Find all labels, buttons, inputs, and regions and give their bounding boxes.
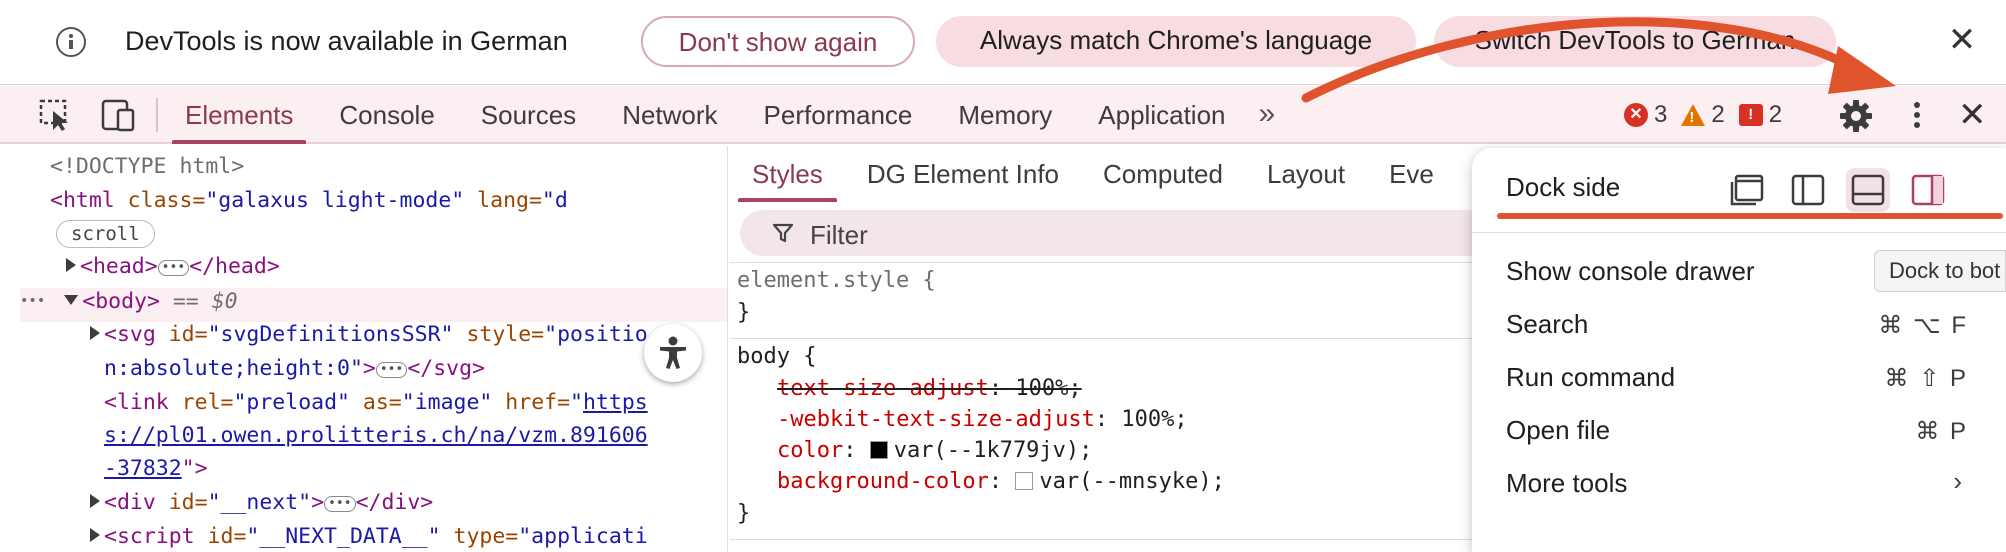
issues-count[interactable]: ! 2 [1738, 101, 1783, 129]
tab-memory[interactable]: Memory [935, 86, 1075, 144]
search-shortcut: ⌘ ⌥ F [1878, 312, 1968, 339]
open-file-shortcut: ⌘ P [1915, 418, 1968, 445]
tab-sources[interactable]: Sources [458, 86, 599, 144]
link-href-end[interactable]: -37832"> [104, 456, 208, 481]
css-prop-background-color[interactable]: background-color: var(--mnsyke); [777, 469, 1225, 494]
tab-network[interactable]: Network [599, 86, 740, 144]
dock-left-icon[interactable] [1786, 168, 1830, 212]
dock-tooltip: Dock to bot [1874, 250, 2006, 292]
inspect-element-icon[interactable] [38, 98, 74, 132]
customize-devtools-menu: Dock side Show console drawer Search ⌘ ⌥… [1472, 148, 2006, 552]
body-rule-selector[interactable]: body { [737, 344, 816, 369]
dont-show-again-button[interactable]: Don't show again [641, 16, 915, 67]
tab-elements[interactable]: Elements [162, 86, 316, 144]
language-infobar: DevTools is now available in German Don'… [0, 0, 2006, 85]
tab-application[interactable]: Application [1075, 86, 1248, 144]
expand-triangle-icon [66, 258, 76, 272]
rule-close-brace: } [737, 501, 751, 526]
menu-run-command[interactable]: Run command [1506, 362, 1675, 393]
error-count[interactable]: ✕ 3 [1624, 101, 1667, 129]
close-devtools-icon[interactable]: ✕ [1958, 98, 1987, 132]
undock-icon[interactable] [1726, 168, 1770, 212]
info-icon [56, 27, 86, 57]
infobar-message: DevTools is now available in German [125, 26, 568, 56]
css-prop-color[interactable]: color: var(--1k779jv); [777, 438, 1092, 463]
tab-event-listeners[interactable]: Eve [1367, 146, 1456, 202]
chevron-right-icon: › [1953, 466, 1962, 496]
error-count-value: 3 [1654, 101, 1668, 128]
settings-gear-icon[interactable] [1834, 94, 1878, 138]
error-icon: ✕ [1624, 103, 1648, 127]
doctype-node[interactable]: <!DOCTYPE html> [50, 154, 244, 179]
tab-styles[interactable]: Styles [730, 146, 845, 202]
html-node[interactable]: <html class="galaxus light-mode" lang="d [50, 188, 568, 213]
svg-node-cont[interactable]: n:absolute;height:0"> ••• </svg> [104, 356, 485, 381]
tab-computed[interactable]: Computed [1081, 146, 1245, 202]
styles-filter-input[interactable]: Filter [740, 210, 1520, 256]
customize-menu-icon[interactable] [1902, 100, 1932, 132]
menu-show-console-drawer[interactable]: Show console drawer [1506, 256, 1755, 287]
tab-console[interactable]: Console [316, 86, 457, 144]
tab-layout[interactable]: Layout [1245, 146, 1367, 202]
expand-triangle-icon [90, 494, 100, 508]
head-node[interactable]: <head> ••• </head> [66, 254, 280, 279]
ellipsis-icon: ••• [375, 362, 408, 378]
warning-count[interactable]: ! 2 [1681, 101, 1725, 129]
warning-count-value: 2 [1711, 101, 1725, 128]
ellipsis-icon: ••• [324, 496, 356, 512]
element-style-rule[interactable]: element.style { [737, 268, 936, 293]
dock-side-label: Dock side [1506, 172, 1621, 202]
expand-triangle-icon [90, 528, 100, 542]
color-swatch [869, 441, 888, 459]
always-match-language-button[interactable]: Always match Chrome's language [936, 16, 1416, 67]
menu-search[interactable]: Search [1506, 309, 1588, 340]
run-command-shortcut: ⌘ ⇧ P [1884, 365, 1968, 392]
menu-more-tools[interactable]: More tools [1506, 468, 1627, 499]
css-prop-text-size-adjust[interactable]: text-size-adjust: 100%; [777, 376, 1082, 401]
css-prop-webkit-text-size-adjust[interactable]: -webkit-text-size-adjust: 100%; [777, 407, 1188, 432]
collapse-triangle-icon [64, 295, 79, 305]
script-node[interactable]: <script id="__NEXT_DATA__" type="applica… [90, 524, 648, 549]
switch-devtools-language-button[interactable]: Switch DevTools to German [1434, 16, 1836, 67]
filter-icon [772, 223, 794, 243]
ellipsis-icon: ••• [157, 260, 190, 276]
filter-placeholder: Filter [810, 220, 868, 250]
accessibility-icon[interactable] [644, 324, 702, 382]
link-href-line[interactable]: s://pl01.owen.prolitteris.ch/na/vzm.8916… [104, 423, 648, 448]
div-next-node[interactable]: <div id="__next"> ••• </div> [90, 490, 433, 515]
more-tabs-icon[interactable]: » [1249, 86, 1286, 144]
toolbar-divider [156, 98, 158, 132]
tab-performance[interactable]: Performance [741, 86, 936, 144]
color-swatch [1015, 472, 1034, 490]
infobar-close-icon[interactable]: ✕ [1944, 22, 1980, 58]
link-node[interactable]: <link rel="preload" as="image" href="htt… [104, 390, 648, 415]
rule-close-brace: } [737, 300, 751, 325]
devtools-toolbar: Elements Console Sources Network Perform… [0, 86, 2006, 144]
menu-divider [1472, 232, 2006, 233]
scroll-badge[interactable]: scroll [56, 220, 155, 248]
menu-open-file[interactable]: Open file [1506, 415, 1610, 446]
body-node[interactable]: ••• <body> == $0 [20, 289, 238, 314]
issue-counters[interactable]: ✕ 3 ! 2 ! 2 [1624, 101, 1782, 129]
svg-node[interactable]: <svg id="svgDefinitionsSSR" style="posit… [90, 322, 648, 347]
issues-count-value: 2 [1768, 101, 1783, 128]
tab-dg-element-info[interactable]: DG Element Info [845, 146, 1081, 202]
dom-tree: <!DOCTYPE html> <html class="galaxus lig… [20, 146, 728, 552]
sidebar-tabs: Styles DG Element Info Computed Layout E… [730, 146, 1456, 202]
warning-icon: ! [1681, 104, 1706, 126]
dock-right-icon[interactable] [1906, 168, 1950, 212]
dock-bottom-icon[interactable] [1846, 168, 1890, 212]
issues-icon: ! [1738, 104, 1763, 126]
panel-tabs: Elements Console Sources Network Perform… [162, 86, 1285, 144]
device-toolbar-icon[interactable] [100, 98, 136, 132]
expand-triangle-icon [90, 326, 100, 340]
